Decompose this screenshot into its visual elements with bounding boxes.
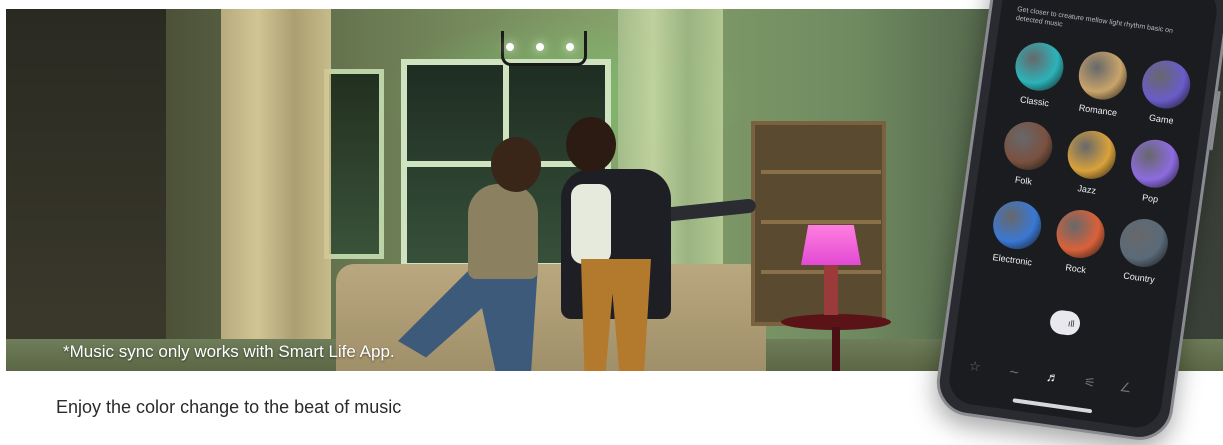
side-window xyxy=(324,69,384,259)
genre-pop[interactable]: Pop xyxy=(1114,135,1194,208)
genre-thumbnail xyxy=(1075,48,1130,103)
genre-label: Classic xyxy=(1019,94,1050,109)
genre-thumbnail xyxy=(1053,206,1108,262)
wall-left xyxy=(6,9,166,371)
star-icon[interactable]: ☆ xyxy=(968,358,982,375)
genre-thumbnail xyxy=(1127,136,1183,191)
dancer-one-head xyxy=(491,137,541,192)
dancer-two-top xyxy=(571,184,611,264)
genre-thumbnail xyxy=(1116,215,1172,271)
now-playing-indicator[interactable]: ıll xyxy=(1048,308,1082,337)
music-mode-description: Get closer to creature mellow light rhyt… xyxy=(1015,6,1174,35)
wave-icon[interactable]: ∼ xyxy=(1008,363,1021,380)
genre-game[interactable]: Game xyxy=(1125,56,1205,129)
chandelier xyxy=(501,31,587,66)
music-note-icon[interactable]: ♬ xyxy=(1045,369,1060,386)
genre-label: Folk xyxy=(1014,174,1033,187)
sliders-icon[interactable]: ⚟ xyxy=(1083,374,1097,391)
lamp-base xyxy=(824,265,838,315)
dancer-two-head xyxy=(566,117,616,172)
genre-thumbnail xyxy=(1139,57,1194,112)
pink-lamp-shade xyxy=(801,225,861,265)
dancer-one-body xyxy=(468,184,538,279)
bookshelf xyxy=(751,121,886,326)
chandelier-bulb xyxy=(566,43,574,51)
caption-text: Enjoy the color change to the beat of mu… xyxy=(56,397,402,417)
genre-label: Jazz xyxy=(1076,183,1097,196)
genre-label: Game xyxy=(1148,112,1175,126)
genre-label: Country xyxy=(1122,270,1156,285)
app-disclaimer: *Music sync only works with Smart Life A… xyxy=(63,342,395,361)
phone-tab-bar: ☆ ∼ ♬ ⚟ ∠ xyxy=(959,351,1151,407)
brush-icon[interactable]: ∠ xyxy=(1119,379,1133,396)
genre-thumbnail xyxy=(990,198,1045,253)
genre-thumbnail xyxy=(1064,127,1119,182)
chandelier-bulb xyxy=(506,43,514,51)
sofa xyxy=(336,264,766,371)
shelf-row xyxy=(761,270,881,274)
genre-label: Rock xyxy=(1064,262,1087,276)
genre-thumbnail xyxy=(1012,39,1067,94)
genre-country[interactable]: Country xyxy=(1103,214,1183,287)
genre-thumbnail xyxy=(1001,118,1056,174)
curtain-left xyxy=(221,9,331,339)
genre-label: Electronic xyxy=(992,252,1033,268)
genre-label: Pop xyxy=(1141,192,1159,205)
side-table-leg xyxy=(832,327,840,371)
genre-label: Romance xyxy=(1078,102,1118,118)
equalizer-icon: ıll xyxy=(1067,318,1076,330)
chandelier-bulb xyxy=(536,43,544,51)
shelf-row xyxy=(761,170,881,174)
phone-screen: Get closer to creature mellow light rhyt… xyxy=(946,0,1220,431)
shelf-row xyxy=(761,220,881,224)
home-indicator xyxy=(1012,398,1093,414)
